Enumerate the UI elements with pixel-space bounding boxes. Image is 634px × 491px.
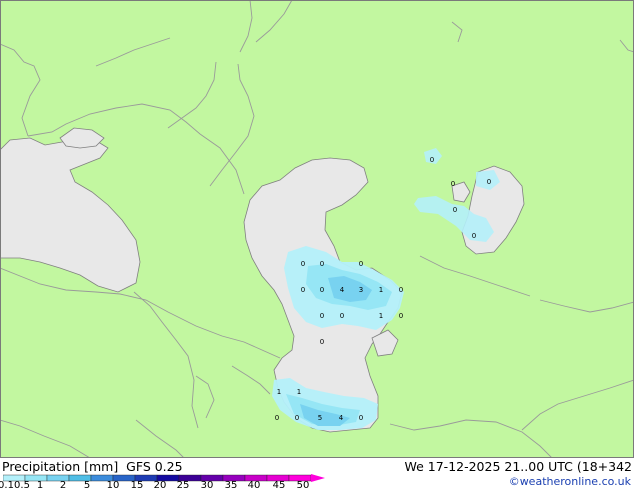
precip-value: 0 bbox=[399, 312, 403, 320]
precip-value: 0 bbox=[472, 232, 476, 240]
scale-tick-label: 35 bbox=[224, 480, 238, 491]
scale-tick-label: 5 bbox=[83, 480, 91, 491]
precip-value: 0 bbox=[320, 286, 324, 294]
precip-value: 0 bbox=[301, 286, 305, 294]
credit-link[interactable]: ©weatheronline.co.uk bbox=[509, 475, 631, 488]
scale-arrow bbox=[311, 474, 325, 482]
precip-value: 0 bbox=[275, 414, 279, 422]
precip-value: 1 bbox=[277, 388, 281, 396]
forecast-datetime: We 17-12-2025 21..00 UTC (18+342 bbox=[404, 459, 632, 474]
precip-value: 0 bbox=[295, 414, 299, 422]
precip-value: 1 bbox=[379, 286, 383, 294]
precip-value: 0 bbox=[359, 260, 363, 268]
scale-tick-label: 45 bbox=[272, 480, 286, 491]
precip-value: 1 bbox=[297, 388, 301, 396]
precip-value: 0 bbox=[451, 180, 455, 188]
legend-bar: Precipitation [mm] GFS 0.25 We 17-12-202… bbox=[0, 458, 634, 491]
scale-tick-label: 20 bbox=[153, 480, 167, 491]
scale-tick-label: 40 bbox=[247, 480, 261, 491]
scale-tick-label: 10 bbox=[106, 480, 120, 491]
scale-tick-label: 1 bbox=[36, 480, 44, 491]
scale-tick-label: 0.5 bbox=[14, 480, 30, 491]
precip-value: 4 bbox=[340, 286, 345, 294]
scale-tick-label: 50 bbox=[296, 480, 310, 491]
scale-tick-label: 0.1 bbox=[0, 480, 14, 491]
scale-tick-label: 25 bbox=[176, 480, 190, 491]
precip-value: 0 bbox=[487, 178, 491, 186]
precipitation-map: 0 0 0 0 0 4 3 1 0 0 0 1 0 0 0 0 0 0 0 1 … bbox=[0, 0, 634, 458]
precip-value: 5 bbox=[318, 414, 322, 422]
scale-tick-label: 30 bbox=[200, 480, 214, 491]
precip-value: 0 bbox=[359, 414, 363, 422]
precip-value: 0 bbox=[320, 338, 324, 346]
precip-value: 0 bbox=[320, 312, 324, 320]
precip-value: 0 bbox=[320, 260, 324, 268]
scale-tick-label: 15 bbox=[130, 480, 144, 491]
legend-title: Precipitation [mm] GFS 0.25 bbox=[2, 459, 183, 474]
precip-value: 0 bbox=[340, 312, 344, 320]
precip-value: 0 bbox=[301, 260, 305, 268]
precip-value: 1 bbox=[379, 312, 383, 320]
precip-value: 0 bbox=[399, 286, 403, 294]
precip-value: 0 bbox=[430, 156, 434, 164]
scale-tick-label: 2 bbox=[59, 480, 67, 491]
precip-value: 4 bbox=[339, 414, 344, 422]
precip-value: 0 bbox=[453, 206, 457, 214]
precip-value: 3 bbox=[359, 286, 363, 294]
